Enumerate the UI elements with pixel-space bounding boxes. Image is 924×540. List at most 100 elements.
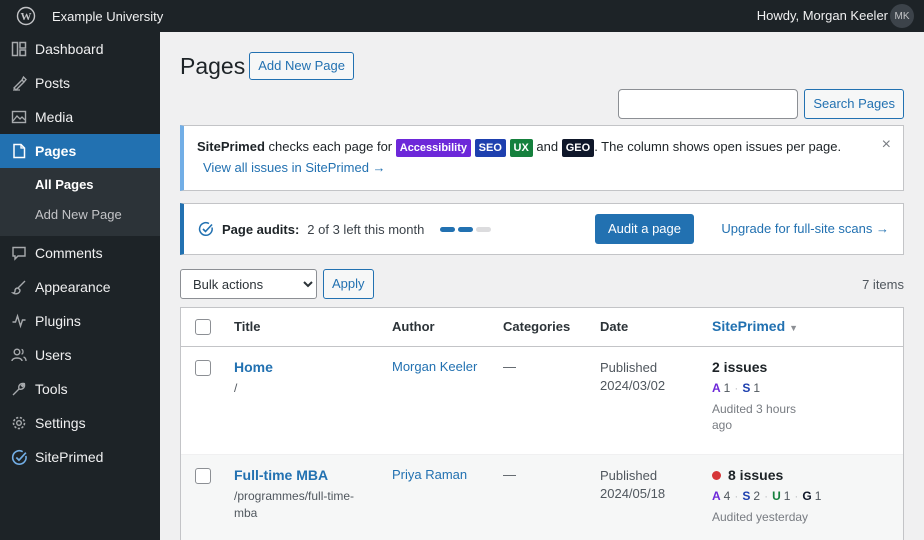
audit-check-icon	[198, 221, 213, 236]
table-header: Title Author Categories Date SitePrimed ▼	[181, 308, 903, 347]
column-author: Author	[392, 319, 435, 334]
sort-down-icon: ▼	[789, 323, 799, 333]
row-title-link[interactable]: Home	[234, 359, 273, 375]
pages-table: Title Author Categories Date SitePrimed ▼…	[180, 307, 904, 540]
apply-button[interactable]: Apply	[323, 269, 374, 299]
sidebar-item-label: Appearance	[35, 279, 111, 295]
tag-seo: SEO	[474, 139, 506, 157]
row-categories: —	[503, 359, 516, 374]
row-siteprimed-issues[interactable]: 2 issues A 1 · S1 Audited 3 hours ago	[712, 359, 882, 433]
sidebar-item-appearance[interactable]: Appearance	[0, 270, 160, 304]
issue-code-g: G1	[802, 489, 822, 503]
wrench-icon	[10, 380, 28, 398]
add-new-page-button[interactable]: Add New Page	[249, 52, 354, 80]
sidebar-item-label: Plugins	[35, 313, 81, 329]
row-author-link[interactable]: Morgan Keeler	[392, 359, 477, 374]
sidebar-item-tools[interactable]: Tools	[0, 372, 160, 406]
row-title-link[interactable]: Full-time MBA	[234, 467, 328, 483]
issues-count-text: 8 issues	[728, 467, 784, 483]
sidebar-item-posts[interactable]: Posts	[0, 66, 160, 100]
row-checkbox[interactable]	[195, 468, 211, 484]
siteprimed-check-icon	[10, 448, 28, 466]
table-nav: Bulk actions Apply 7 items	[180, 269, 904, 299]
sidebar-item-plugins[interactable]: Plugins	[0, 304, 160, 338]
row-date-value: 2024/05/18	[600, 486, 666, 501]
row-status: Published	[600, 468, 658, 483]
siteprimed-notice: SitePrimed checks each page for Accessib…	[180, 125, 904, 191]
quota-pip	[458, 226, 474, 232]
sidebar-item-users[interactable]: Users	[0, 338, 160, 372]
howdy-user-link[interactable]: Howdy, Morgan Keeler	[757, 0, 888, 32]
notice-text: checks each page for	[268, 139, 393, 154]
pages-submenu: All Pages Add New Page	[0, 168, 160, 236]
row-slug: /	[234, 381, 238, 395]
sidebar-item-label: Settings	[35, 415, 86, 431]
alert-dot-icon	[712, 470, 721, 480]
issue-code-a: A4	[712, 489, 731, 503]
page-title: Pages	[180, 52, 246, 79]
column-title[interactable]: Title	[234, 319, 261, 334]
gear-icon	[10, 414, 28, 432]
issue-codes: A 1 · S1	[712, 381, 761, 395]
table-row: Home / Morgan Keeler — Published 2024/03/…	[181, 347, 903, 455]
row-author-link[interactable]: Priya Raman	[392, 467, 467, 482]
quota-pip	[440, 226, 456, 232]
sidebar-item-label: Dashboard	[35, 41, 104, 57]
search-pages-button[interactable]: Search Pages	[804, 89, 904, 119]
sidebar-item-pages[interactable]: Pages	[0, 134, 160, 168]
row-status: Published	[600, 360, 658, 375]
close-icon[interactable]: ×	[882, 134, 891, 155]
sidebar-item-comments[interactable]: Comments	[0, 236, 160, 270]
page-icon	[10, 142, 28, 160]
sidebar-item-siteprimed[interactable]: SitePrimed	[0, 440, 160, 474]
notice-text-2: . The column shows open issues per page.	[594, 139, 842, 154]
quota-pip	[476, 226, 492, 232]
column-date[interactable]: Date	[600, 319, 628, 334]
row-checkbox[interactable]	[195, 360, 211, 376]
bulk-actions-select[interactable]: Bulk actions	[180, 269, 317, 299]
row-categories: —	[503, 467, 516, 482]
issue-code-u: U1	[772, 489, 791, 503]
media-icon	[10, 108, 28, 126]
submenu-item-add-new-page[interactable]: Add New Page	[0, 200, 160, 230]
column-categories: Categories	[503, 319, 571, 334]
audited-time: Audited 3 hours ago	[712, 402, 797, 432]
submenu-item-all-pages[interactable]: All Pages	[0, 170, 160, 200]
plug-icon	[10, 312, 28, 330]
audit-a-page-button[interactable]: Audit a page	[594, 214, 694, 244]
view-all-issues-link[interactable]: View all issues in SitePrimed →	[203, 160, 386, 175]
wordpress-logo-icon[interactable]: W	[0, 0, 52, 32]
sidebar-item-label: Tools	[35, 381, 68, 397]
issue-code-s: S1	[742, 381, 761, 395]
table-row: Full-time MBA /programmes/full-time-mba …	[181, 455, 903, 540]
audit-quota: 2 of 3 left this month	[307, 221, 425, 237]
row-date: Published 2024/05/18	[600, 467, 665, 503]
sidebar-item-label: Pages	[35, 143, 77, 159]
items-count: 7 items	[862, 276, 904, 292]
tag-accessibility: Accessibility	[395, 139, 472, 157]
comment-icon	[10, 244, 28, 262]
sidebar-item-settings[interactable]: Settings	[0, 406, 160, 440]
sidebar-item-dashboard[interactable]: Dashboard	[0, 32, 160, 66]
sidebar-item-label: Users	[35, 347, 72, 363]
sidebar-item-label: Posts	[35, 75, 71, 91]
tag-ux: UX	[509, 139, 533, 157]
issue-code-s: S2	[742, 489, 761, 503]
issues-count: 2 issues	[712, 359, 882, 375]
search-input[interactable]	[618, 89, 799, 119]
avatar[interactable]: MK	[890, 4, 914, 28]
site-name-link[interactable]: Example University	[52, 9, 163, 24]
brush-icon	[10, 278, 28, 296]
row-siteprimed-issues[interactable]: 8 issues A 4 · S 2 · U 1 · G1 Audited yesterda…	[712, 467, 882, 525]
upgrade-link[interactable]: Upgrade for full-site scans →	[721, 204, 889, 254]
notice-and: and	[536, 139, 559, 154]
column-siteprimed[interactable]: SitePrimed ▼	[712, 318, 798, 334]
row-date-value: 2024/03/02	[600, 378, 666, 393]
select-all-checkbox[interactable]	[195, 319, 211, 335]
dashboard-icon	[10, 40, 28, 58]
search-box: Search Pages	[618, 89, 904, 119]
admin-sidebar: Dashboard Posts Media Pages All Pages Ad…	[0, 32, 160, 540]
users-icon	[10, 346, 28, 364]
issues-count-text: 2 issues	[712, 359, 768, 375]
sidebar-item-media[interactable]: Media	[0, 100, 160, 134]
